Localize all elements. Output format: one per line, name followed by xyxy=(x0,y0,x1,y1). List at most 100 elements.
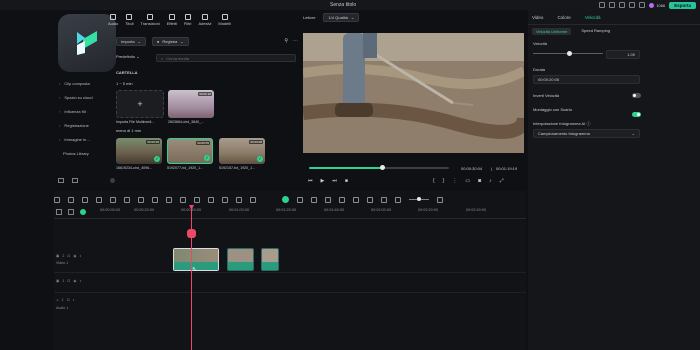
velocity-slider-knob[interactable] xyxy=(567,51,572,56)
screen-icon[interactable]: ▭ xyxy=(465,178,470,184)
prev-frame-icon[interactable]: ⏮ xyxy=(308,178,313,184)
duration-input[interactable]: 00:00:20:05 xyxy=(533,75,640,84)
volume-icon[interactable]: ◐ xyxy=(80,254,82,258)
speed-icon[interactable] xyxy=(166,196,172,203)
layout-icon[interactable] xyxy=(609,2,616,8)
mic-icon[interactable] xyxy=(339,196,345,203)
media-item-selected[interactable]: 00:00:05 ✓ 5192077-hd_1920_1... xyxy=(167,138,213,170)
sidebar-item-pip[interactable]: › Immagine in ... xyxy=(56,132,110,146)
search-input[interactable]: ⌕ Cerca media xyxy=(156,54,296,62)
pip-icon[interactable] xyxy=(353,196,359,203)
video-preview[interactable] xyxy=(303,33,524,153)
tab-audio[interactable]: Audio xyxy=(108,14,118,26)
folder-add-icon[interactable] xyxy=(58,178,64,183)
import-media-tile[interactable]: + Importa File Multimedi... xyxy=(116,90,164,124)
media-item[interactable]: 00:00:08 ✓ 5192157-hd_1920_1... xyxy=(219,138,265,170)
render-icon[interactable] xyxy=(282,196,289,203)
lock-icon[interactable]: ⊡ xyxy=(67,298,70,302)
media-item[interactable]: 00:00:18 2603664-uhd_3840_... xyxy=(168,90,214,124)
eye-icon[interactable]: ◉ xyxy=(73,254,76,258)
media-item[interactable]: 00:00:09 ✓ 16619234-uhd_4096... xyxy=(116,138,162,170)
image-icon[interactable] xyxy=(367,196,373,203)
audio-icon[interactable]: ♪ xyxy=(489,178,492,184)
mark-in-icon[interactable]: { xyxy=(433,178,435,184)
shield-icon[interactable] xyxy=(311,196,317,203)
eye-icon[interactable]: ◉ xyxy=(73,279,76,283)
timeline-clip[interactable] xyxy=(227,248,254,271)
link-icon[interactable] xyxy=(68,209,74,215)
transform-icon[interactable] xyxy=(194,196,200,203)
tab-transitions[interactable]: Transizioni xyxy=(141,14,160,26)
snap-icon[interactable] xyxy=(80,209,86,215)
tab-filters[interactable]: Filtri xyxy=(184,14,191,26)
bell-icon[interactable] xyxy=(639,2,646,8)
interp-dropdown[interactable]: Campionamento fotogramma ⌄ xyxy=(533,129,640,138)
crop-icon[interactable] xyxy=(138,196,144,203)
support-icon[interactable] xyxy=(629,2,636,8)
marker-icon[interactable] xyxy=(325,196,331,203)
tab-titles[interactable]: Titoli xyxy=(125,14,134,26)
fullscreen-icon[interactable]: ⤢ xyxy=(500,178,504,184)
tab-speed-ramping[interactable]: Speed Ramping xyxy=(581,28,610,35)
delete-icon[interactable] xyxy=(110,196,116,203)
credits-badge[interactable]: 1066 xyxy=(649,2,665,8)
undo-icon[interactable] xyxy=(82,196,88,203)
velocity-input[interactable]: 1.00 xyxy=(606,50,640,59)
magnet-icon[interactable] xyxy=(297,196,303,203)
zoom-slider-knob[interactable] xyxy=(417,197,421,201)
zoom-out-icon[interactable] xyxy=(395,196,401,203)
monitor-icon[interactable] xyxy=(619,2,626,8)
tab-video[interactable]: Video xyxy=(532,15,543,20)
tab-color[interactable]: Colore xyxy=(557,15,570,20)
tab-speed[interactable]: Velocità xyxy=(585,15,601,20)
sidebar-item-compound-clip[interactable]: › Clip composta xyxy=(56,76,110,90)
scrubber-knob[interactable] xyxy=(379,165,385,170)
import-dropdown[interactable]: Importa ⌄ xyxy=(116,36,146,46)
next-frame-icon[interactable]: ⏭ xyxy=(332,178,337,184)
reverse-toggle[interactable] xyxy=(632,93,641,98)
mask-icon[interactable] xyxy=(222,196,228,203)
tab-templates[interactable]: Modelli xyxy=(218,14,231,26)
volume-icon[interactable]: ◐ xyxy=(80,279,82,283)
collapse-icon[interactable] xyxy=(110,178,115,183)
tab-effects[interactable]: Effetti xyxy=(167,14,177,26)
save-icon[interactable] xyxy=(599,2,606,8)
color-icon[interactable] xyxy=(180,196,186,203)
timeline-clip[interactable] xyxy=(261,248,279,271)
ai-icon[interactable] xyxy=(381,196,387,203)
playhead[interactable] xyxy=(191,206,192,350)
more-icon[interactable] xyxy=(250,196,256,203)
export-button[interactable]: Esporta xyxy=(669,1,696,9)
sidebar-item-kit[interactable]: › Influenza Kit xyxy=(56,104,110,118)
filter-icon[interactable]: ⚲ xyxy=(284,38,288,44)
add-track-icon[interactable] xyxy=(56,209,62,215)
lock-icon[interactable]: ⊡ xyxy=(67,254,70,258)
sidebar-item-recording[interactable]: › Registrazione xyxy=(56,118,110,132)
redo-icon[interactable] xyxy=(96,196,102,203)
more-icon[interactable]: ⋮ xyxy=(452,178,457,184)
zoom-in-icon[interactable] xyxy=(437,196,443,203)
ripple-toggle[interactable] xyxy=(632,112,641,117)
playback-scrubber[interactable] xyxy=(309,165,449,170)
cut-icon[interactable] xyxy=(124,196,130,203)
record-dropdown[interactable]: ● Registra ⌄ xyxy=(151,36,189,46)
sidebar-item-cloud[interactable]: › Spazio su cloud xyxy=(56,90,110,104)
pointer-icon[interactable] xyxy=(68,196,74,203)
quality-dropdown[interactable]: 1/4 Qualità ⌄ xyxy=(323,13,360,22)
zoom-slider[interactable] xyxy=(409,197,429,201)
mark-out-icon[interactable]: } xyxy=(443,178,445,184)
volume-icon[interactable]: ◐ xyxy=(73,298,75,302)
snapshot-icon[interactable]: ◙ xyxy=(478,178,481,184)
grid-icon[interactable] xyxy=(54,196,60,203)
sidebar-item-photos[interactable]: Photos Library xyxy=(56,146,110,160)
lock-icon[interactable]: ⊡ xyxy=(67,279,70,283)
preset-dropdown[interactable]: Predefinito ⌄ xyxy=(116,54,140,59)
stop-icon[interactable]: ■ xyxy=(345,178,348,184)
text-icon[interactable] xyxy=(152,196,158,203)
playhead-marker[interactable] xyxy=(187,229,196,238)
tab-uniform-speed[interactable]: Velocità Uniforme xyxy=(532,28,572,35)
play-icon[interactable]: ▶ xyxy=(321,178,325,184)
folder-icon[interactable] xyxy=(72,178,78,183)
timer-icon[interactable] xyxy=(236,196,242,203)
tab-stickers[interactable]: Adesivi xyxy=(198,14,211,26)
